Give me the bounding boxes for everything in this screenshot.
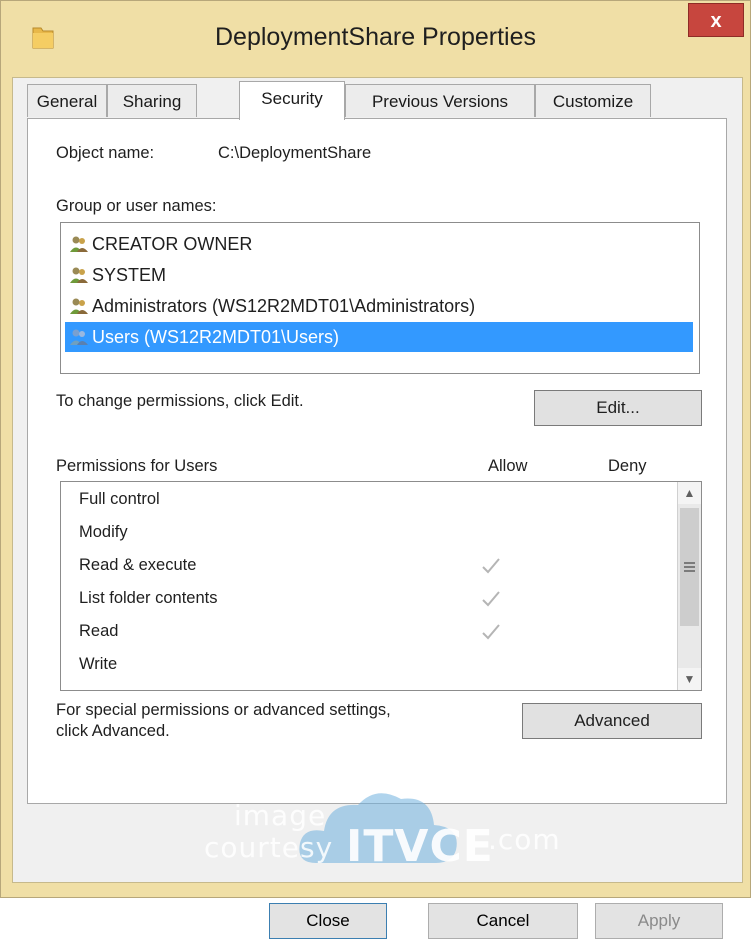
watermark: image courtesy ITVCE .com: [204, 783, 560, 883]
grip-line: [684, 562, 695, 564]
permission-name: Modify: [79, 523, 128, 541]
permission-name: Read & execute: [79, 556, 197, 574]
tab-sharing[interactable]: Sharing: [107, 84, 197, 117]
tab-customize[interactable]: Customize: [535, 84, 651, 117]
list-item[interactable]: CREATOR OWNER: [65, 229, 693, 259]
grip-line: [684, 566, 695, 568]
watermark-line1: image: [234, 799, 327, 832]
allow-column-label: Allow: [488, 457, 528, 475]
permission-name: Full control: [79, 490, 160, 508]
cancel-button[interactable]: Cancel: [428, 903, 578, 939]
permissions-scrollbar[interactable]: ▲ ▼: [677, 482, 701, 690]
users-group-icon: [70, 329, 88, 345]
window-title: DeploymentShare Properties: [215, 23, 536, 51]
edit-button[interactable]: Edit...: [534, 390, 702, 426]
watermark-line2: courtesy: [204, 831, 334, 864]
user-name: SYSTEM: [92, 265, 167, 285]
users-group-icon: [70, 236, 88, 252]
permission-row: Read: [61, 616, 661, 649]
scrollbar-thumb[interactable]: [680, 508, 699, 626]
deny-column-label: Deny: [608, 457, 647, 475]
user-name: CREATOR OWNER: [92, 234, 253, 254]
allow-check-icon: [482, 591, 500, 607]
permission-row: Read & execute: [61, 550, 661, 583]
tab-previous-versions[interactable]: Previous Versions: [345, 84, 535, 117]
change-permissions-text: To change permissions, click Edit.: [56, 392, 304, 410]
allow-check-icon: [482, 558, 500, 574]
permission-name: Read: [79, 622, 119, 640]
user-name: Administrators (WS12R2MDT01\Administrato…: [92, 296, 476, 316]
dialog-body: General Sharing Security Previous Versio…: [12, 77, 743, 939]
scroll-up-icon[interactable]: ▲: [678, 482, 701, 504]
user-name: Users (WS12R2MDT01\Users): [92, 327, 340, 347]
permission-row: List folder contents: [61, 583, 661, 616]
permission-row: Full control: [61, 484, 661, 517]
permission-row: Write: [61, 649, 661, 682]
users-group-icon: [70, 298, 88, 314]
permission-name: Write: [79, 655, 118, 673]
list-item-selected[interactable]: Users (WS12R2MDT01\Users): [65, 322, 693, 352]
scroll-down-icon[interactable]: ▼: [678, 668, 701, 690]
object-name-label: Object name:: [56, 144, 155, 162]
users-group-icon: [70, 267, 88, 283]
watermark-suffix: .com: [488, 823, 561, 856]
grip-line: [684, 570, 695, 572]
list-item[interactable]: Administrators (WS12R2MDT01\Administrato…: [65, 291, 693, 321]
group-names-label: Group or user names:: [56, 197, 217, 215]
watermark-brand: ITVCE: [346, 821, 494, 872]
list-item[interactable]: SYSTEM: [65, 260, 693, 290]
close-window-button[interactable]: x: [688, 3, 744, 37]
title-bar[interactable]: DeploymentShare Properties x: [1, 1, 750, 76]
properties-window: DeploymentShare Properties x General Sha…: [0, 0, 751, 939]
permission-name: List folder contents: [79, 589, 218, 607]
security-panel: Object name: C:\DeploymentShare Group or…: [27, 118, 727, 804]
permission-row: Modify: [61, 517, 661, 550]
tab-general[interactable]: General: [27, 84, 107, 117]
allow-check-icon: [482, 624, 500, 640]
object-name-value: C:\DeploymentShare: [218, 144, 372, 162]
permissions-header: Permissions for Users: [56, 457, 218, 475]
advanced-help-line2: click Advanced.: [56, 722, 170, 740]
apply-button[interactable]: Apply: [595, 903, 723, 939]
group-user-list[interactable]: CREATOR OWNER SYSTEM Administrators (WS1…: [60, 222, 700, 374]
advanced-help-line1: For special permissions or advanced sett…: [56, 701, 391, 719]
advanced-button[interactable]: Advanced: [522, 703, 702, 739]
tab-security[interactable]: Security: [239, 81, 345, 120]
close-button[interactable]: Close: [269, 903, 387, 939]
permissions-list[interactable]: Full control Modify Read & execute List …: [60, 481, 702, 691]
